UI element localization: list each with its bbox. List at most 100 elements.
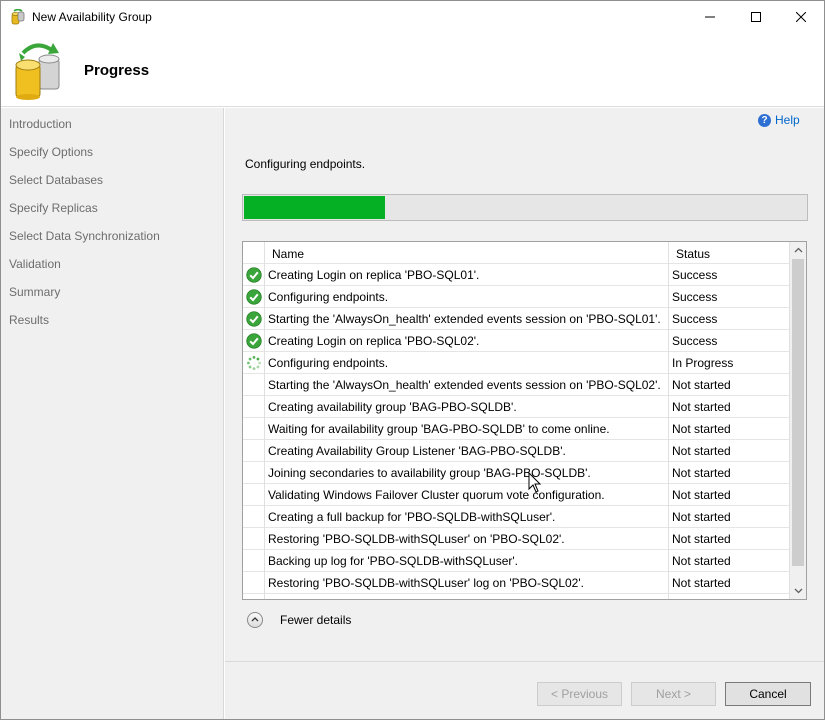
cancel-button[interactable]: Cancel <box>725 682 811 706</box>
row-status: Success <box>672 290 718 304</box>
progress-grid[interactable]: Name Status Creating Login on replica 'P… <box>242 241 807 600</box>
row-name: Starting the 'AlwaysOn_health' extended … <box>268 378 661 392</box>
wizard-nav: Introduction Specify Options Select Data… <box>1 108 224 719</box>
vertical-scrollbar[interactable] <box>790 242 806 599</box>
table-row[interactable]: Creating a full backup for 'PBO-SQLDB-wi… <box>243 506 789 528</box>
grid-divider <box>668 242 669 599</box>
row-name: Creating Login on replica 'PBO-SQL01'. <box>268 268 480 282</box>
fewer-details-label: Fewer details <box>280 613 352 627</box>
table-row[interactable]: Starting the 'AlwaysOn_health' extended … <box>243 308 789 330</box>
close-button[interactable] <box>778 1 824 33</box>
column-header-name[interactable]: Name <box>272 247 304 261</box>
fewer-details-toggle[interactable]: Fewer details <box>247 612 351 628</box>
row-name: Creating a full backup for 'PBO-SQLDB-wi… <box>268 510 556 524</box>
row-status: Not started <box>672 488 731 502</box>
nav-item-introduction[interactable]: Introduction <box>9 117 72 131</box>
row-status: Not started <box>672 422 731 436</box>
row-name: Validating Windows Failover Cluster quor… <box>268 488 605 502</box>
page-header: Progress <box>1 33 824 107</box>
success-check-icon <box>246 333 262 349</box>
grid-rows: Creating Login on replica 'PBO-SQL01'. Su… <box>243 264 789 594</box>
grid-header: Name Status <box>243 242 789 264</box>
nav-item-specify-options[interactable]: Specify Options <box>9 145 93 159</box>
row-status: In Progress <box>672 356 734 370</box>
next-button[interactable]: Next > <box>631 682 716 706</box>
table-row[interactable]: Backing up log for 'PBO-SQLDB-withSQLuse… <box>243 550 789 572</box>
row-status: Not started <box>672 554 731 568</box>
success-check-icon <box>246 311 262 327</box>
table-row[interactable]: Creating Availability Group Listener 'BA… <box>243 440 789 462</box>
close-icon <box>796 12 806 22</box>
chevron-down-icon <box>794 588 802 594</box>
row-name: Restoring 'PBO-SQLDB-withSQLuser' log on… <box>268 576 584 590</box>
row-status: Success <box>672 312 718 326</box>
progress-bar <box>242 194 808 221</box>
table-row[interactable]: Validating Windows Failover Cluster quor… <box>243 484 789 506</box>
minimize-icon <box>705 16 715 18</box>
row-status: Not started <box>672 400 731 414</box>
success-check-icon <box>246 267 262 283</box>
table-row[interactable]: Configuring endpoints. Success <box>243 286 789 308</box>
help-label: Help <box>775 113 800 127</box>
table-row[interactable]: Creating availability group 'BAG-PBO-SQL… <box>243 396 789 418</box>
nav-item-specify-replicas[interactable]: Specify Replicas <box>9 201 98 215</box>
row-name: Restoring 'PBO-SQLDB-withSQLuser' on 'PB… <box>268 532 565 546</box>
wizard-window: New Availability Group Progress Introduc… <box>0 0 825 720</box>
nav-item-validation[interactable]: Validation <box>9 257 61 271</box>
nav-item-results[interactable]: Results <box>9 313 49 327</box>
table-row[interactable]: Waiting for availability group 'BAG-PBO-… <box>243 418 789 440</box>
row-status: Success <box>672 334 718 348</box>
success-check-icon <box>246 289 262 305</box>
availability-group-app-icon <box>11 9 25 25</box>
help-icon: ? <box>758 113 771 127</box>
main-panel: ? Help Configuring endpoints. Name Statu… <box>225 108 824 661</box>
row-status: Not started <box>672 466 731 480</box>
column-header-status[interactable]: Status <box>676 247 710 261</box>
row-name: Joining secondaries to availability grou… <box>268 466 591 480</box>
maximize-button[interactable] <box>733 1 779 33</box>
mouse-cursor-icon <box>528 472 542 493</box>
collapse-up-icon <box>247 612 263 628</box>
nav-item-summary[interactable]: Summary <box>9 285 60 299</box>
row-status: Success <box>672 268 718 282</box>
row-name: Creating availability group 'BAG-PBO-SQL… <box>268 400 517 414</box>
help-link[interactable]: ? Help <box>758 113 800 127</box>
row-status: Not started <box>672 532 731 546</box>
table-row[interactable]: Creating Login on replica 'PBO-SQL01'. Su… <box>243 264 789 286</box>
row-status: Not started <box>672 378 731 392</box>
row-name: Creating Login on replica 'PBO-SQL02'. <box>268 334 480 348</box>
chevron-up-icon <box>794 247 802 253</box>
maximize-icon <box>751 12 761 22</box>
table-row[interactable]: Restoring 'PBO-SQLDB-withSQLuser' on 'PB… <box>243 528 789 550</box>
page-title: Progress <box>84 62 150 79</box>
database-progress-icon <box>15 43 60 100</box>
minimize-button[interactable] <box>687 1 733 33</box>
row-status: Not started <box>672 576 731 590</box>
title-bar: New Availability Group <box>1 1 824 33</box>
row-status: Not started <box>672 444 731 458</box>
table-row[interactable]: Configuring endpoints. In Progress <box>243 352 789 374</box>
row-status: Not started <box>672 510 731 524</box>
table-row[interactable]: Creating Login on replica 'PBO-SQL02'. Su… <box>243 330 789 352</box>
wizard-footer: < Previous Next > Cancel <box>225 661 824 719</box>
table-row[interactable]: Starting the 'AlwaysOn_health' extended … <box>243 374 789 396</box>
row-name: Configuring endpoints. <box>268 356 389 370</box>
row-name: Creating Availability Group Listener 'BA… <box>268 444 566 458</box>
nav-item-select-databases[interactable]: Select Databases <box>9 173 103 187</box>
window-title: New Availability Group <box>32 10 152 24</box>
row-name: Configuring endpoints. <box>268 290 389 304</box>
row-name: Starting the 'AlwaysOn_health' extended … <box>268 312 661 326</box>
row-name: Backing up log for 'PBO-SQLDB-withSQLuse… <box>268 554 519 568</box>
in-progress-spinner-icon <box>247 356 261 370</box>
scroll-up-button[interactable] <box>790 242 806 258</box>
current-step-text: Configuring endpoints. <box>245 157 366 171</box>
nav-item-select-data-sync[interactable]: Select Data Synchronization <box>9 229 160 243</box>
previous-button[interactable]: < Previous <box>537 682 622 706</box>
scroll-thumb[interactable] <box>792 259 804 566</box>
table-row[interactable]: Restoring 'PBO-SQLDB-withSQLuser' log on… <box>243 572 789 594</box>
table-row[interactable]: Joining secondaries to availability grou… <box>243 462 789 484</box>
row-name: Waiting for availability group 'BAG-PBO-… <box>268 422 610 436</box>
progress-bar-fill <box>244 196 385 219</box>
scroll-down-button[interactable] <box>790 583 806 599</box>
grid-divider <box>264 242 265 599</box>
